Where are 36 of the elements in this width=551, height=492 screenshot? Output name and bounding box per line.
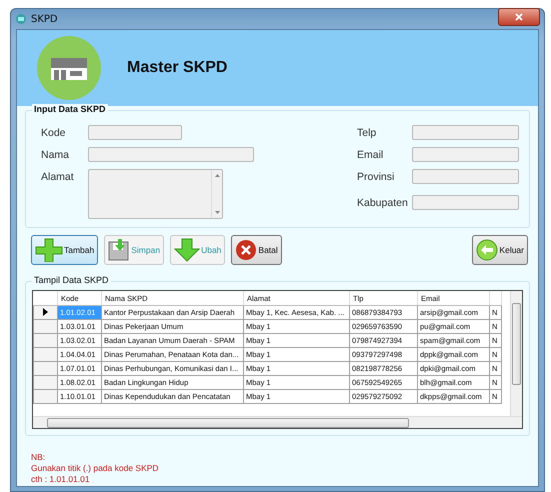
- close-button[interactable]: [498, 8, 540, 26]
- cancel-icon: [235, 239, 258, 261]
- plus-icon: [35, 238, 63, 262]
- input-field[interactable]: [412, 147, 519, 162]
- window-title: SKPD: [31, 14, 58, 24]
- input-field[interactable]: [88, 169, 223, 219]
- toolbar-button[interactable]: Tambah: [31, 235, 98, 265]
- field-label: Nama: [41, 148, 70, 163]
- vertical-scrollbar[interactable]: [510, 291, 522, 417]
- group-title: Tampil Data SKPD: [32, 275, 111, 285]
- group-title: Input Data SKPD: [32, 104, 108, 114]
- input-field[interactable]: [412, 125, 519, 140]
- input-field[interactable]: [412, 169, 519, 184]
- field-label: Alamat: [41, 170, 75, 185]
- scroll-down-icon[interactable]: [214, 211, 220, 214]
- field-label: Kode: [41, 126, 67, 141]
- down-arrow-icon: [174, 238, 200, 262]
- exit-button[interactable]: Keluar: [472, 235, 528, 265]
- field-label: Email: [357, 148, 384, 163]
- scroll-up-icon[interactable]: [214, 174, 220, 177]
- page-title: Master SKPD: [127, 59, 228, 77]
- field-label: Telp: [357, 126, 378, 141]
- row-pointer-icon: [43, 308, 48, 316]
- field-label: Provinsi: [357, 170, 396, 185]
- note-text: NB:: [31, 452, 46, 463]
- field-label: Kabupaten: [357, 196, 409, 211]
- note-text: cth : 1.01.01.01: [31, 474, 91, 485]
- input-field[interactable]: [88, 125, 182, 140]
- close-icon: [515, 13, 523, 21]
- input-field[interactable]: [88, 147, 254, 162]
- toolbar-button[interactable]: Batal: [231, 235, 282, 265]
- app-icon: [15, 13, 27, 25]
- input-field[interactable]: [412, 195, 519, 210]
- horizontal-scrollbar[interactable]: [33, 416, 522, 428]
- building-icon: [37, 36, 101, 100]
- note-text: Gunakan titik (.) pada kode SKPD: [31, 463, 160, 474]
